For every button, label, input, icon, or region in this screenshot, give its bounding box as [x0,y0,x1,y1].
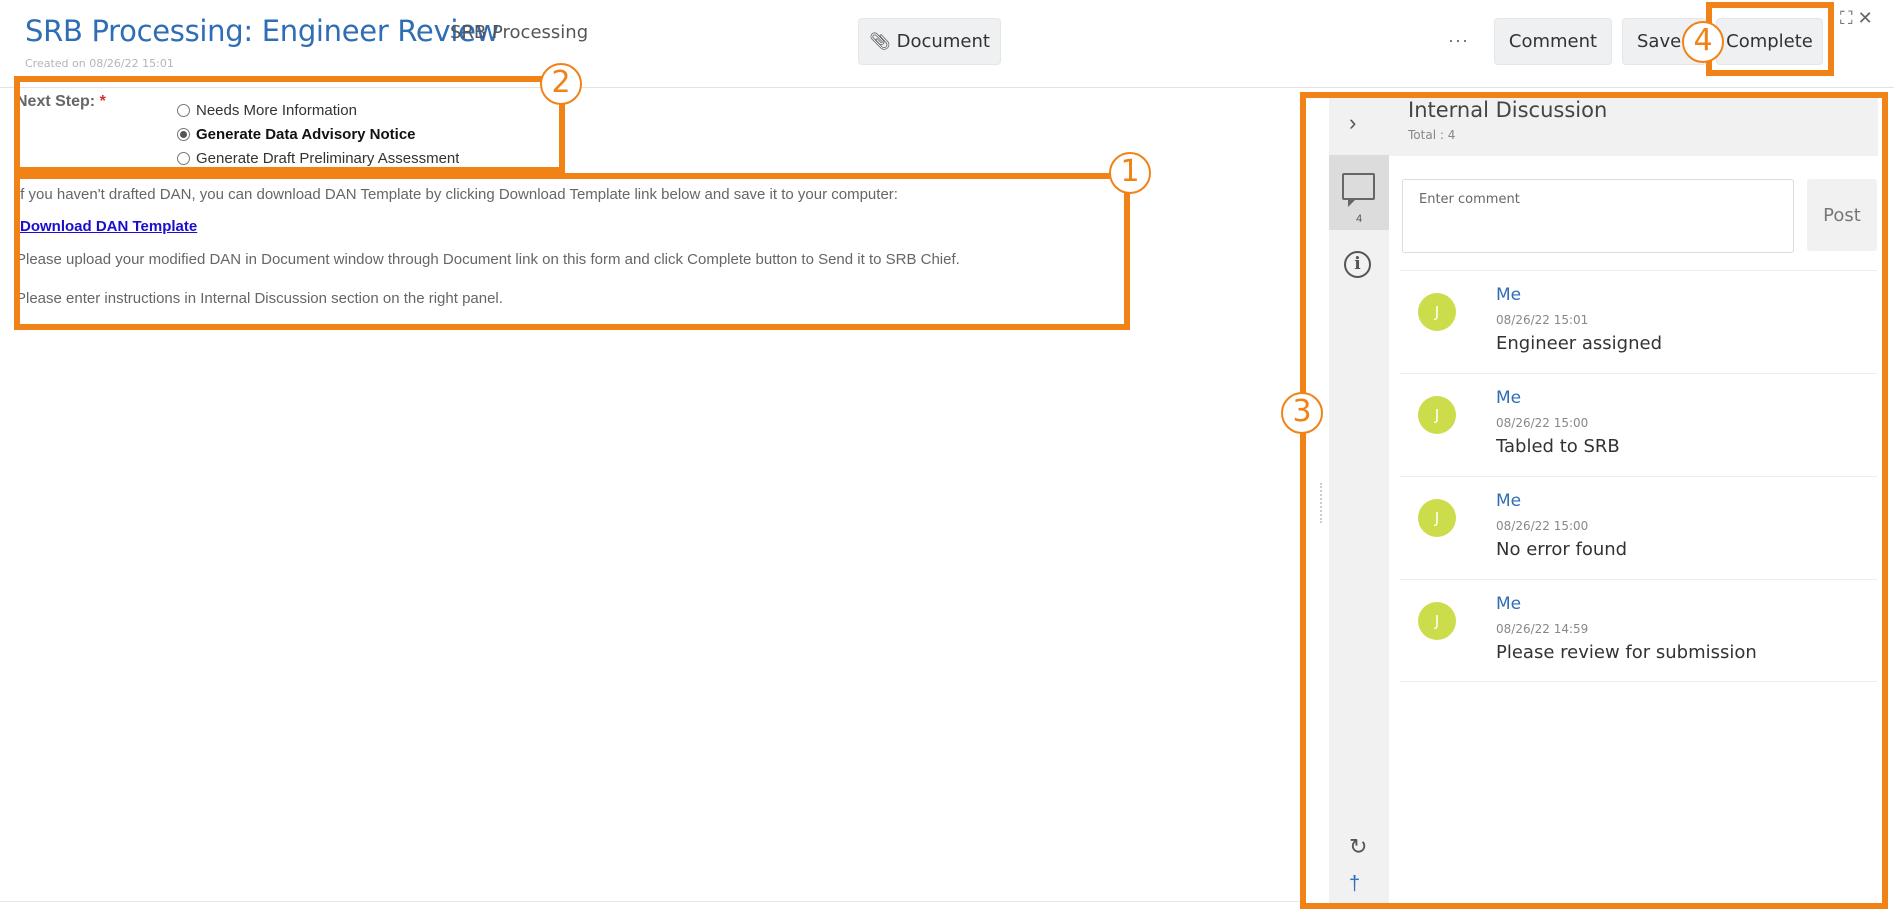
annotation-number-4: 4 [1682,21,1724,63]
document-button[interactable]: 📎︎ Document [858,18,1001,65]
expand-icon[interactable]: ⛶ [1840,8,1853,28]
bottom-divider [0,901,1300,902]
comment-button[interactable]: Comment [1494,18,1612,65]
process-name: SRB Processing [450,22,589,43]
expand-close-icons[interactable]: ⛶ ✕ [1840,8,1873,29]
page-title: SRB Processing: Engineer Review [25,14,500,48]
annotation-box-discussion-panel [1300,92,1888,909]
close-icon[interactable]: ✕ [1858,8,1873,28]
annotation-box-complete-button [1706,2,1834,76]
more-options-button[interactable]: ··· [1448,30,1469,51]
annotation-box-next-step [14,76,565,173]
annotation-number-3: 3 [1281,392,1323,434]
annotation-number-2: 2 [540,63,582,105]
paperclip-icon: 📎︎ [869,31,891,52]
annotation-number-1: 1 [1109,152,1151,194]
document-button-label: Document [896,31,990,52]
created-date: Created on 08/26/22 15:01 [25,57,174,70]
annotation-box-instructions [14,173,1130,330]
